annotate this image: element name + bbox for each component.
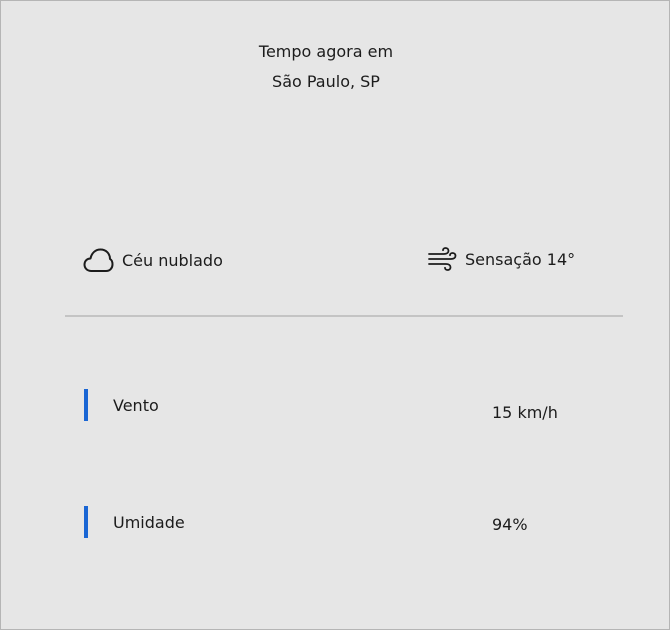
feels-like-label: Sensação 14° — [465, 249, 576, 269]
feels-like: Sensação 14° — [427, 247, 575, 271]
divider — [65, 315, 623, 317]
sky-condition: Céu nublado — [83, 247, 223, 273]
header-title: Tempo agora em — [258, 42, 394, 61]
cloud-icon — [83, 248, 114, 272]
sky-condition-label: Céu nublado — [122, 250, 223, 270]
location-name: São Paulo, SP — [272, 72, 380, 91]
weather-card: Tempo agora em São Paulo, SP Céu nublado… — [0, 0, 670, 630]
humidity-value: 94% — [492, 515, 528, 534]
humidity-label: Umidade — [113, 513, 185, 532]
weather-header: Tempo agora em São Paulo, SP — [1, 37, 651, 97]
wind-value: 15 km/h — [492, 403, 558, 422]
wind-icon — [428, 247, 457, 271]
wind-accent-bar — [84, 389, 88, 421]
humidity-accent-bar — [84, 506, 88, 538]
wind-label: Vento — [113, 396, 159, 415]
